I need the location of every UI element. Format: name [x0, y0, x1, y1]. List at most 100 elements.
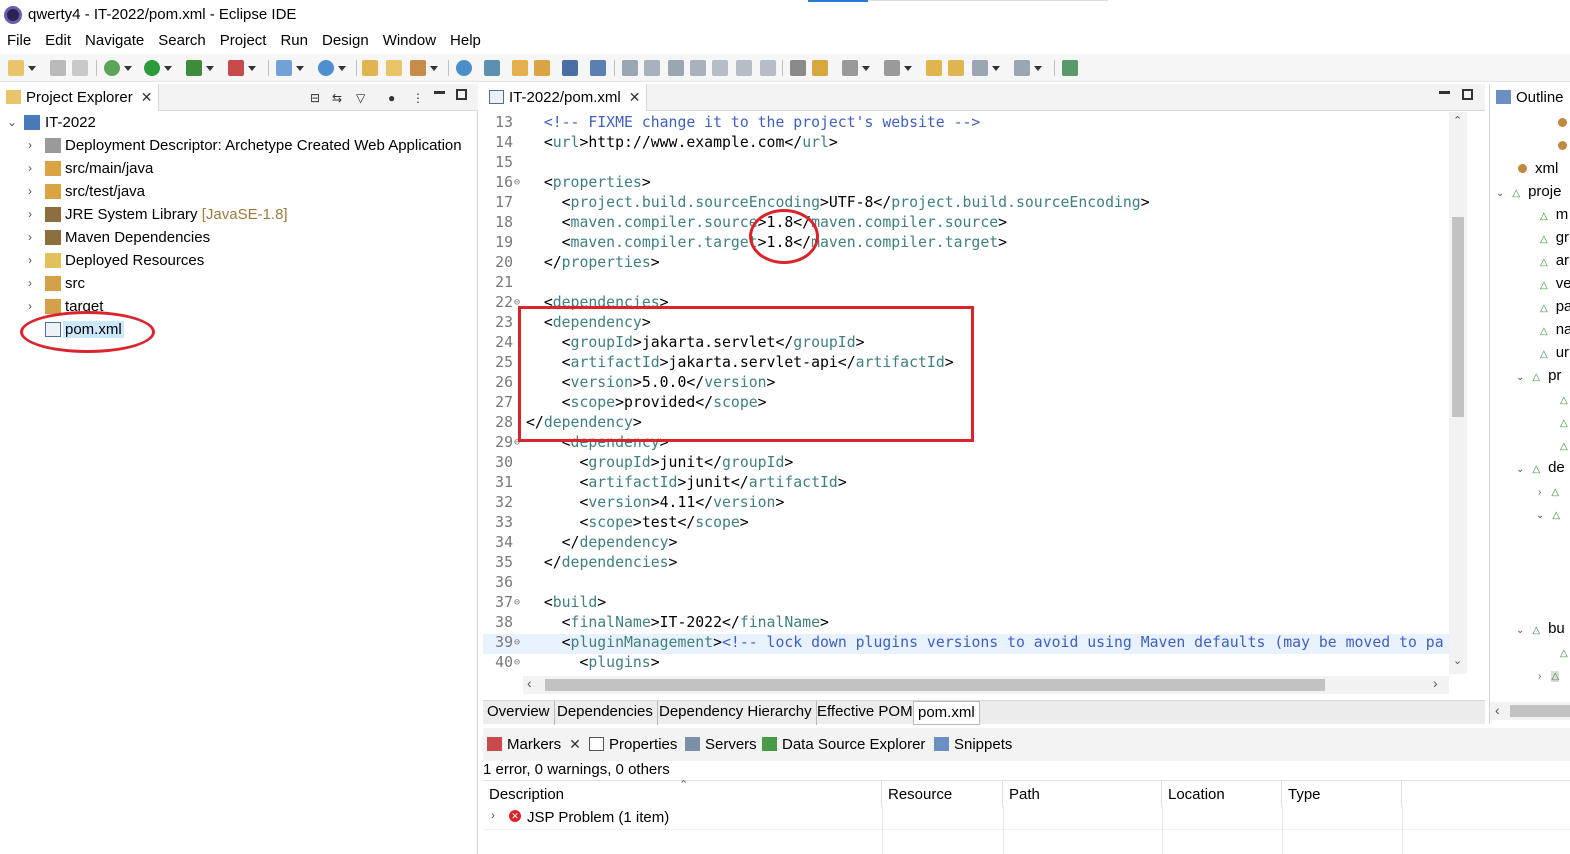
- run-server-icon[interactable]: [186, 60, 214, 76]
- back-icon[interactable]: [972, 60, 1000, 76]
- column-path[interactable]: Path: [1003, 781, 1162, 807]
- menu-edit[interactable]: Edit: [38, 30, 78, 54]
- code-line[interactable]: 30 <groupId>junit</groupId>: [483, 454, 1449, 474]
- external-tools-icon[interactable]: [228, 60, 256, 76]
- outline-item-project[interactable]: ⌄ △ proje: [1496, 183, 1561, 206]
- code-line[interactable]: 21: [483, 274, 1449, 294]
- column-type[interactable]: Type: [1282, 781, 1402, 807]
- code-line[interactable]: 40 ⊖ <plugins>: [483, 654, 1449, 674]
- outline-item-de[interactable]: ⌄ △ de: [1516, 459, 1565, 482]
- annotation-next-icon[interactable]: [512, 60, 528, 76]
- column-location[interactable]: Location: [1162, 781, 1282, 807]
- outline-item-pr[interactable]: ⌄ △ pr: [1516, 367, 1561, 390]
- horizontal-scroll-thumb[interactable]: [545, 679, 1325, 691]
- open-type-icon[interactable]: [362, 60, 378, 76]
- chevron-right-icon[interactable]: ›: [28, 207, 32, 221]
- tab-properties[interactable]: Properties: [589, 736, 677, 753]
- outline-scroll-thumb[interactable]: [1510, 705, 1570, 717]
- menu-design[interactable]: Design: [315, 30, 376, 54]
- close-icon[interactable]: ✕: [629, 89, 641, 106]
- focus-icon[interactable]: ●: [388, 91, 395, 105]
- view-menu-icon[interactable]: ⋮: [412, 91, 424, 105]
- resume-icon[interactable]: [622, 60, 638, 76]
- step-into-icon[interactable]: [712, 60, 728, 76]
- outline-item-gr[interactable]: △ gr: [1540, 229, 1569, 252]
- code-line[interactable]: 14 <url>http://www.example.com</url>: [483, 134, 1449, 154]
- code-line[interactable]: 36: [483, 574, 1449, 594]
- menu-file[interactable]: File: [0, 30, 38, 54]
- link-editor-icon[interactable]: ⇆: [332, 91, 342, 105]
- prev-annotation-icon[interactable]: [884, 60, 912, 76]
- code-line[interactable]: 20 </properties>: [483, 254, 1449, 274]
- new-wizard-icon[interactable]: [8, 60, 36, 76]
- tab-effective-pom[interactable]: Effective POM: [813, 701, 918, 725]
- tab-markers[interactable]: Markers ✕: [487, 736, 581, 753]
- outline-item-xml[interactable]: xml: [1518, 160, 1558, 183]
- menu-navigate[interactable]: Navigate: [78, 30, 151, 54]
- code-line[interactable]: 13 <!-- FIXME change it to the project's…: [483, 114, 1449, 134]
- vertical-scroll-thumb[interactable]: [1452, 217, 1464, 417]
- maximize-icon[interactable]: [1462, 89, 1473, 100]
- search-tool-icon[interactable]: [410, 60, 438, 76]
- code-line[interactable]: 35 </dependencies>: [483, 554, 1449, 574]
- scroll-left-icon[interactable]: ‹: [527, 675, 532, 691]
- code-line[interactable]: 39 ⊖ <pluginManagement><!-- lock down plu…: [483, 634, 1449, 654]
- code-line[interactable]: 32 <version>4.11</version>: [483, 494, 1449, 514]
- code-line[interactable]: 19 <maven.compiler.target>1.8</maven.com…: [483, 234, 1449, 254]
- menu-search[interactable]: Search: [151, 30, 213, 54]
- filter-icon[interactable]: ▽: [356, 91, 365, 105]
- outline-item-ar[interactable]: △ ar: [1540, 252, 1569, 275]
- outline-item-m[interactable]: △ m: [1540, 206, 1568, 229]
- chevron-right-icon[interactable]: ›: [28, 138, 32, 152]
- new-class-icon[interactable]: [318, 60, 346, 76]
- tree-item-src-main-java[interactable]: › src/main/java: [0, 158, 478, 181]
- outline-item-ve[interactable]: △ ve: [1540, 275, 1570, 298]
- maximize-icon[interactable]: [456, 89, 467, 100]
- code-line[interactable]: 18 <maven.compiler.source>1.8</maven.com…: [483, 214, 1449, 234]
- outline-item-pa[interactable]: △ pa: [1540, 298, 1570, 321]
- search-icon[interactable]: [590, 60, 606, 76]
- tab-outline[interactable]: Outline: [1490, 84, 1570, 111]
- tree-item-src-test-java[interactable]: › src/test/java: [0, 181, 478, 204]
- outline-horizontal-scrollbar[interactable]: ‹: [1490, 702, 1570, 720]
- tab-overview[interactable]: Overview: [483, 701, 555, 725]
- code-line[interactable]: 38 <finalName>IT-2022</finalName>: [483, 614, 1449, 634]
- code-line[interactable]: 16 ⊖ <properties>: [483, 174, 1449, 194]
- console-icon[interactable]: [562, 60, 578, 76]
- outline-subitem[interactable]: › △: [1538, 482, 1559, 505]
- tab-project-explorer[interactable]: Project Explorer ✕: [0, 84, 160, 111]
- code-line[interactable]: 37 ⊖ <build>: [483, 594, 1449, 614]
- tree-item-project[interactable]: ⌄ IT-2022: [0, 112, 478, 135]
- disconnect-icon[interactable]: [690, 60, 706, 76]
- tree-item-maven-dependencies[interactable]: › Maven Dependencies: [0, 227, 478, 250]
- fold-icon[interactable]: ⊖: [514, 637, 520, 648]
- code-line[interactable]: 17 <project.build.sourceEncoding>UTF-8</…: [483, 194, 1449, 214]
- column-resource[interactable]: Resource: [882, 781, 1003, 807]
- menu-window[interactable]: Window: [376, 30, 443, 54]
- new-java-project-icon[interactable]: [276, 60, 304, 76]
- toggle-mark-icon[interactable]: [812, 60, 828, 76]
- tree-item-src[interactable]: › src: [0, 273, 478, 296]
- chevron-right-icon[interactable]: ›: [28, 253, 32, 267]
- menu-run[interactable]: Run: [273, 30, 315, 54]
- chevron-right-icon[interactable]: ›: [28, 276, 32, 290]
- tree-item-deployed-resources[interactable]: › Deployed Resources: [0, 250, 478, 273]
- chevron-right-icon[interactable]: ›: [28, 230, 32, 244]
- scroll-left-icon[interactable]: ‹: [1495, 702, 1500, 718]
- save-all-icon[interactable]: [72, 60, 88, 76]
- tab-pom-xml[interactable]: IT-2022/pom.xml ✕: [483, 84, 648, 111]
- browser-icon[interactable]: [456, 60, 472, 76]
- scroll-up-icon[interactable]: ⌃: [1453, 114, 1462, 127]
- chevron-right-icon[interactable]: ›: [28, 184, 32, 198]
- annotation-prev-icon[interactable]: [534, 60, 550, 76]
- tab-dependencies[interactable]: Dependencies: [553, 701, 658, 725]
- minimize-icon[interactable]: [434, 91, 445, 94]
- outline-item-bu[interactable]: ⌄ △ bu: [1516, 620, 1565, 643]
- minimize-icon[interactable]: [1439, 91, 1450, 94]
- tree-item-deployment-descriptor[interactable]: › Deployment Descriptor: Archetype Creat…: [0, 135, 478, 158]
- close-icon[interactable]: ✕: [141, 89, 153, 106]
- open-perspective-icon[interactable]: [1062, 60, 1078, 76]
- outline-subitem[interactable]: › △: [1538, 666, 1560, 689]
- open-resource-icon[interactable]: [386, 60, 402, 76]
- chevron-right-icon[interactable]: ›: [28, 161, 32, 175]
